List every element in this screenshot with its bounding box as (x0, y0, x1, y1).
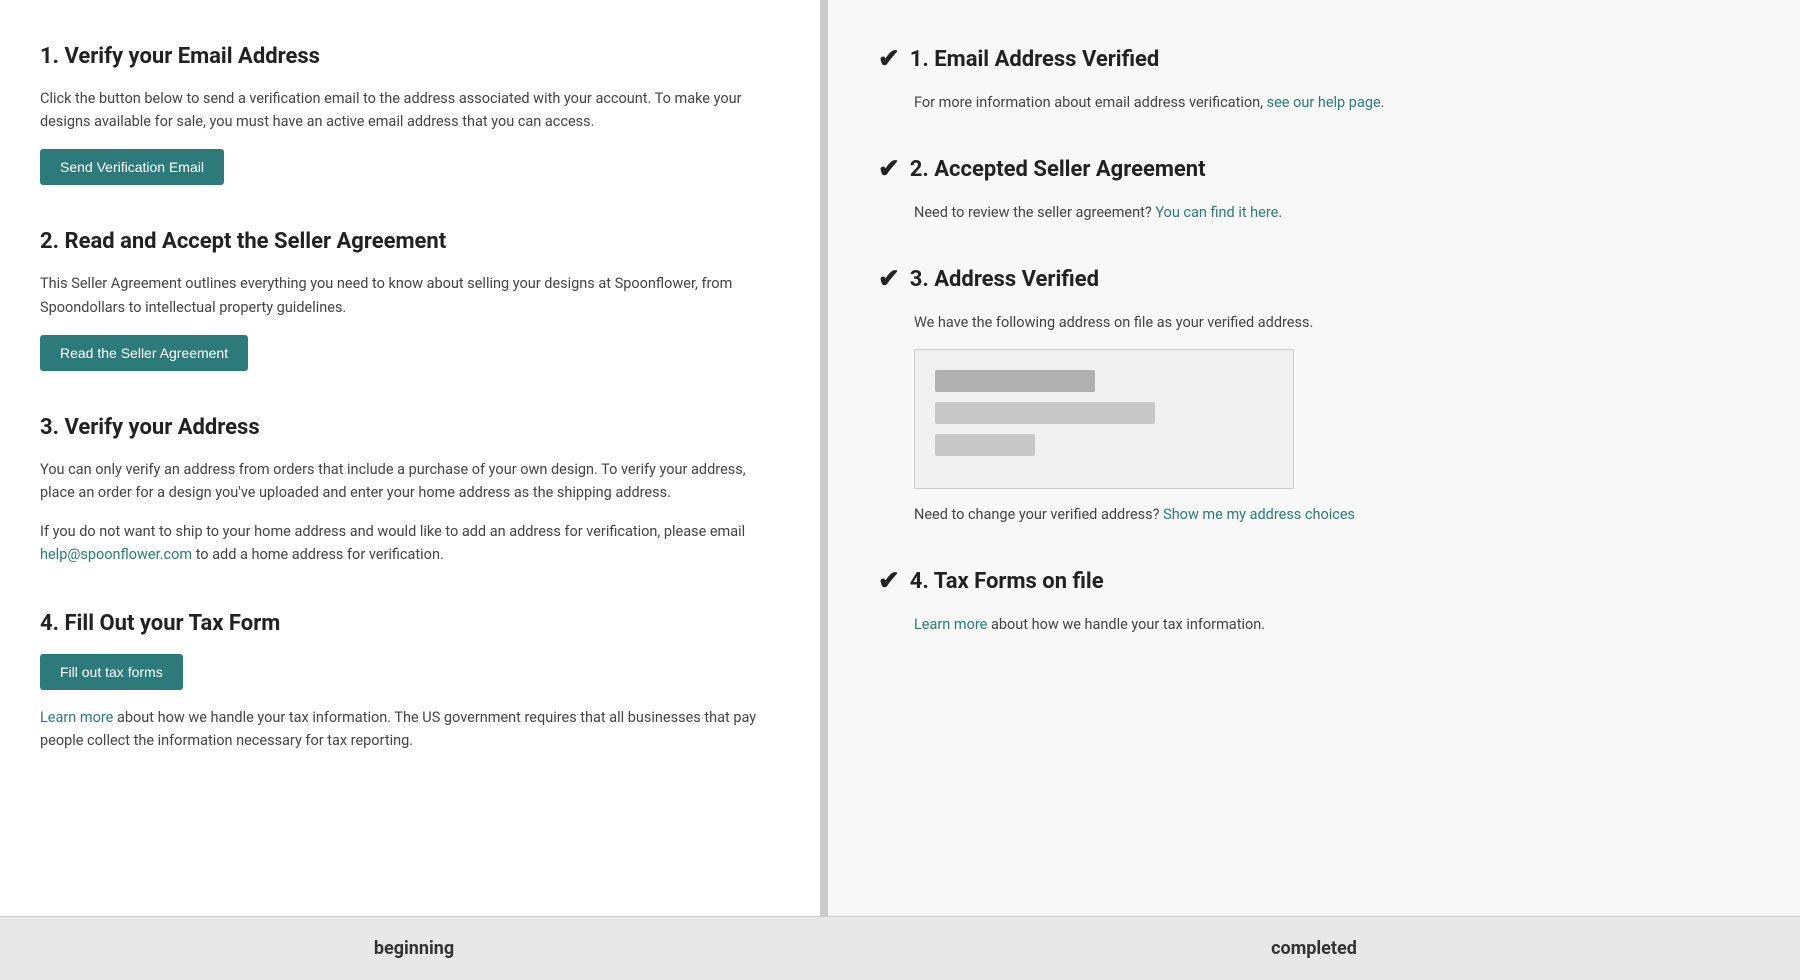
help-email-link[interactable]: help@spoonflower.com (40, 546, 192, 563)
checkmark4-icon: ✔ (878, 562, 900, 601)
step4-section: 4. Fill Out your Tax Form Fill out tax f… (40, 607, 770, 752)
completed1-section: ✔ 1. Email Address Verified For more inf… (878, 40, 1750, 114)
step2-section: 2. Read and Accept the Seller Agreement … (40, 225, 770, 370)
read-seller-agreement-button[interactable]: Read the Seller Agreement (40, 335, 248, 371)
completed2-desc-suffix: . (1278, 204, 1282, 221)
completed2-title: 2. Accepted Seller Agreement (910, 153, 1206, 186)
step4-learn-more-link[interactable]: Learn more (40, 709, 113, 726)
address-blurred-box (914, 349, 1294, 489)
tax-learn-more-suffix: about how we handle your tax information… (987, 616, 1265, 633)
completed4-title-row: ✔ 4. Tax Forms on file (878, 562, 1750, 601)
step3-desc1: You can only verify an address from orde… (40, 458, 770, 504)
completed2-section: ✔ 2. Accepted Seller Agreement Need to r… (878, 150, 1750, 224)
step2-desc: This Seller Agreement outlines everythin… (40, 272, 770, 318)
completed3-title: 3. Address Verified (910, 263, 1099, 296)
completed1-title: 1. Email Address Verified (910, 43, 1160, 76)
completed3-change-desc: Need to change your verified address? Sh… (878, 503, 1750, 526)
step4-learn-more-suffix: about how we handle your tax information… (40, 709, 756, 749)
step2-title: 2. Read and Accept the Seller Agreement (40, 225, 770, 258)
step1-title: 1. Verify your Email Address (40, 40, 770, 73)
completed4-desc: Learn more about how we handle your tax … (878, 613, 1750, 636)
completed1-desc-prefix: For more information about email address… (914, 94, 1267, 111)
checkmark2-icon: ✔ (878, 150, 900, 189)
email-verification-help-link[interactable]: see our help page (1267, 94, 1381, 111)
tab-completed[interactable]: completed (828, 917, 1800, 980)
send-verification-email-button[interactable]: Send Verification Email (40, 149, 224, 185)
checkmark3-icon: ✔ (878, 260, 900, 299)
completed2-title-row: ✔ 2. Accepted Seller Agreement (878, 150, 1750, 189)
completed3-title-row: ✔ 3. Address Verified (878, 260, 1750, 299)
fill-out-tax-forms-button[interactable]: Fill out tax forms (40, 654, 183, 690)
address-blur-line2 (935, 402, 1155, 424)
panel-divider (820, 0, 828, 980)
completed3-desc: We have the following address on file as… (878, 311, 1750, 334)
tab-beginning[interactable]: beginning (0, 917, 828, 980)
completed4-section: ✔ 4. Tax Forms on file Learn more about … (878, 562, 1750, 636)
address-blur-line1 (935, 370, 1095, 392)
completed1-desc-suffix: . (1381, 94, 1385, 111)
completed1-title-row: ✔ 1. Email Address Verified (878, 40, 1750, 79)
step3-desc2-text: If you do not want to ship to your home … (40, 523, 745, 540)
completed2-desc: Need to review the seller agreement? You… (878, 201, 1750, 224)
left-panel: 1. Verify your Email Address Click the b… (0, 0, 820, 980)
bottom-tabs: beginning completed (0, 916, 1800, 980)
completed1-desc: For more information about email address… (878, 91, 1750, 114)
right-panel: ✔ 1. Email Address Verified For more inf… (828, 0, 1800, 980)
tax-learn-more-link[interactable]: Learn more (914, 616, 987, 633)
completed4-title: 4. Tax Forms on file (910, 565, 1104, 598)
change-address-prefix: Need to change your verified address? (914, 506, 1163, 523)
seller-agreement-find-link[interactable]: You can find it here (1155, 204, 1278, 221)
step1-section: 1. Verify your Email Address Click the b… (40, 40, 770, 185)
step3-desc2: If you do not want to ship to your home … (40, 520, 770, 566)
completed3-section: ✔ 3. Address Verified We have the follow… (878, 260, 1750, 525)
completed2-desc-prefix: Need to review the seller agreement? (914, 204, 1155, 221)
step1-desc: Click the button below to send a verific… (40, 87, 770, 133)
step3-section: 3. Verify your Address You can only veri… (40, 411, 770, 567)
checkmark1-icon: ✔ (878, 40, 900, 79)
address-blur-line3 (935, 434, 1035, 456)
step4-title: 4. Fill Out your Tax Form (40, 607, 770, 640)
step3-title: 3. Verify your Address (40, 411, 770, 444)
show-address-choices-link[interactable]: Show me my address choices (1163, 506, 1355, 523)
step4-tax-desc: Learn more about how we handle your tax … (40, 706, 770, 752)
step3-desc2-suffix: to add a home address for verification. (196, 546, 444, 563)
